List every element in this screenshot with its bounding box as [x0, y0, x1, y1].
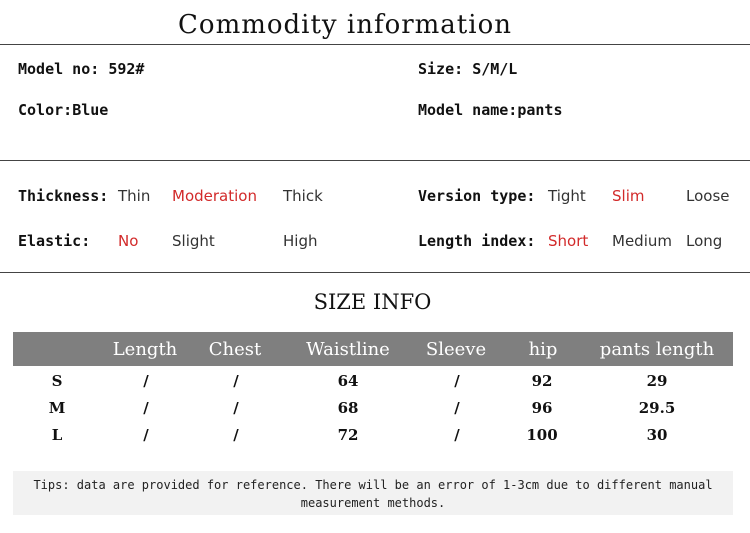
- cell-hip: 92: [531, 372, 553, 390]
- version-option-slim: Slim: [612, 187, 645, 205]
- cell-sleeve: /: [454, 372, 460, 390]
- cell-sleeve: /: [454, 426, 460, 444]
- model-name-label: Model name:: [418, 101, 518, 119]
- cell-waistline: 72: [337, 426, 359, 444]
- thickness-option-moderation: Moderation: [172, 187, 257, 205]
- size-table-header: Length Chest Waistline Sleeve hip pants …: [13, 332, 733, 366]
- cell-pants-length: 30: [646, 426, 668, 444]
- page-title: Commodity information: [178, 10, 512, 40]
- tips-note: Tips: data are provided for reference. T…: [13, 471, 733, 515]
- cell-hip: 100: [526, 426, 558, 444]
- model-name-line: Model name:pants: [418, 101, 563, 119]
- col-pants-length: pants length: [599, 339, 715, 360]
- length-option-short: Short: [548, 232, 589, 250]
- cell-length: /: [143, 399, 149, 417]
- divider: [0, 160, 750, 161]
- cell-waistline: 68: [337, 399, 359, 417]
- version-option-loose: Loose: [686, 187, 730, 205]
- row-size: M: [48, 399, 66, 417]
- color-value: Blue: [72, 101, 109, 119]
- model-no-value: 592#: [108, 60, 145, 78]
- model-no: Model no: 592#: [18, 60, 144, 78]
- length-index-label: Length index:: [418, 232, 536, 250]
- cell-length: /: [143, 426, 149, 444]
- elastic-option-high: High: [283, 232, 318, 250]
- model-no-label: Model no:: [18, 60, 100, 78]
- divider: [0, 44, 750, 45]
- length-option-long: Long: [686, 232, 723, 250]
- col-waistline: Waistline: [306, 339, 390, 360]
- col-sleeve: Sleeve: [425, 339, 487, 360]
- version-type-label: Version type:: [418, 187, 536, 205]
- cell-chest: /: [233, 426, 239, 444]
- col-hip: hip: [528, 339, 558, 360]
- elastic-option-no: No: [118, 232, 139, 250]
- cell-waistline: 64: [337, 372, 359, 390]
- size-info-title: SIZE INFO: [313, 290, 432, 314]
- col-chest: Chest: [208, 339, 262, 360]
- model-name-value: pants: [517, 101, 563, 119]
- row-size: S: [51, 372, 63, 390]
- thickness-option-thick: Thick: [283, 187, 323, 205]
- cell-pants-length: 29.5: [638, 399, 676, 417]
- cell-pants-length: 29: [646, 372, 668, 390]
- color-label: Color:: [18, 101, 73, 119]
- elastic-option-slight: Slight: [172, 232, 215, 250]
- size-value: S/M/L: [472, 60, 518, 78]
- color-line: Color:Blue: [18, 101, 108, 119]
- cell-chest: /: [233, 399, 239, 417]
- thickness-option-thin: Thin: [118, 187, 151, 205]
- thickness-label: Thickness:: [18, 187, 109, 205]
- cell-length: /: [143, 372, 149, 390]
- cell-sleeve: /: [454, 399, 460, 417]
- row-size: L: [51, 426, 63, 444]
- divider: [0, 272, 750, 273]
- version-option-tight: Tight: [548, 187, 586, 205]
- size-label: Size:: [418, 60, 464, 78]
- col-length: Length: [112, 339, 178, 360]
- size-info-line: Size: S/M/L: [418, 60, 517, 78]
- cell-hip: 96: [531, 399, 553, 417]
- length-option-medium: Medium: [612, 232, 672, 250]
- elastic-label: Elastic:: [18, 232, 91, 250]
- cell-chest: /: [233, 372, 239, 390]
